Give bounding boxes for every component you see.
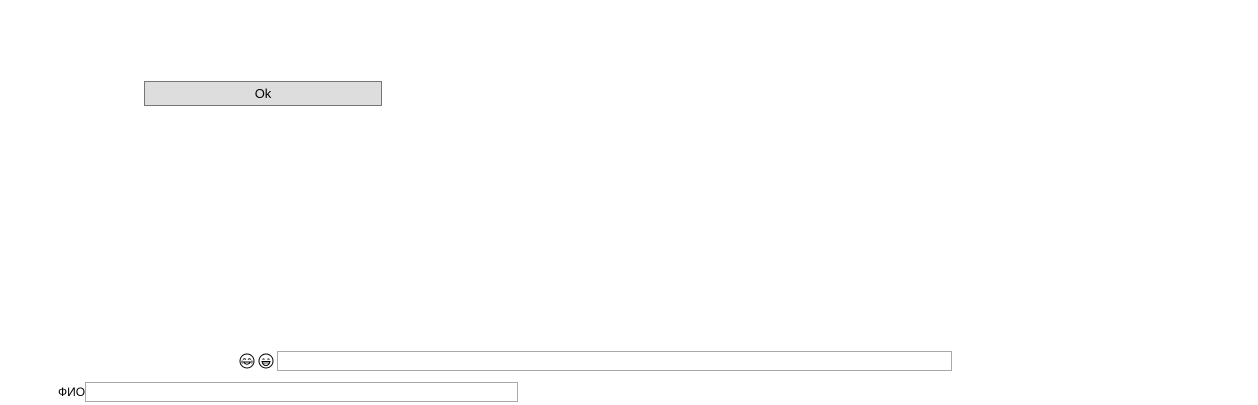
emoji-input-row <box>239 351 952 371</box>
fio-input[interactable] <box>85 382 519 402</box>
face-with-tears-of-joy-icon <box>239 353 255 369</box>
fio-row: ФИО <box>58 382 519 402</box>
ok-button[interactable]: Ok <box>144 81 382 106</box>
grinning-face-icon <box>258 353 274 369</box>
fio-label: ФИО <box>58 385 86 399</box>
emoji-text-input[interactable] <box>277 351 952 371</box>
